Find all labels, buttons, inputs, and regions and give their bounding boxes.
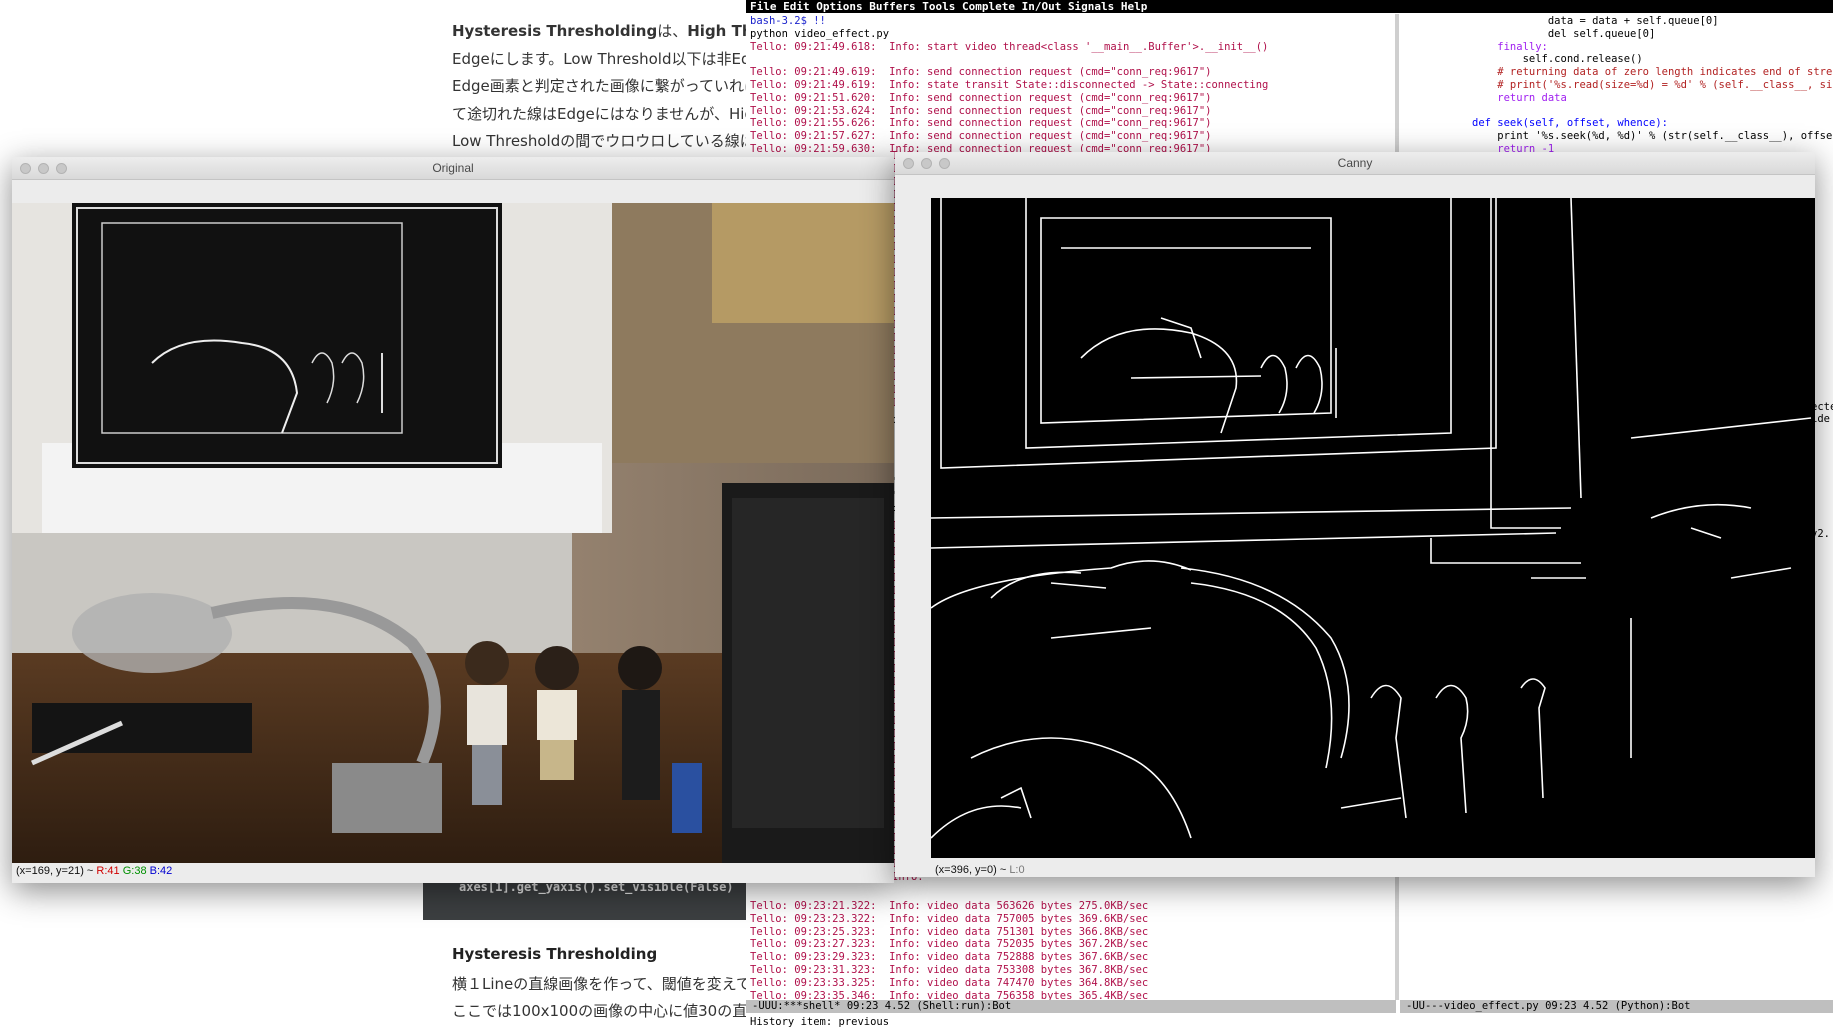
- source-line: print '%s.seek(%d, %d)' % (str(self.__cl…: [1472, 130, 1833, 143]
- toolbar-strip: [12, 180, 894, 203]
- modeline-source: -UU---video_effect.py 09:23 4.52 (Python…: [1400, 1000, 1833, 1013]
- shell-line: python video_effect.py: [750, 27, 890, 40]
- shell-line: Tello: 09:21:49.618: Info: start video t…: [750, 40, 1269, 53]
- bold-term: Hysteresis Thresholding: [452, 22, 658, 40]
- shell-line: Tello: 09:21:55.626: Info: send connecti…: [750, 117, 1212, 130]
- luma-value: L:0: [1009, 864, 1025, 876]
- green-value: G:38: [122, 865, 147, 877]
- paragraph-line: Low Thresholdの間でウロウロしている線は: [452, 132, 755, 150]
- window-titlebar[interactable]: Original: [12, 157, 894, 180]
- menu-item-edit[interactable]: Edit: [783, 0, 816, 13]
- source-line: # returning data of zero length indicate…: [1472, 66, 1833, 79]
- paragraph-line: Hysteresis Thresholdingは、High Thresh: [452, 20, 790, 41]
- shell-line: Tello: 09:23:23.322: Info: video data 75…: [750, 912, 1149, 925]
- window-titlebar[interactable]: Canny: [895, 152, 1815, 175]
- source-line: data = data + self.queue[0]: [1472, 15, 1719, 27]
- shell-line: Tello: 09:23:25.323: Info: video data 75…: [750, 925, 1149, 938]
- blue-value: B:42: [149, 865, 173, 877]
- original-window[interactable]: Original (x=169, y=21) ~ R:41 G:38 B:42: [12, 157, 894, 883]
- source-line: return data: [1472, 91, 1567, 104]
- paragraph-line: 横１Lineの直線画像を作って、閾値を変えて: [452, 975, 752, 993]
- window-title: Original: [432, 161, 474, 175]
- shell-line: Tello: 09:23:27.323: Info: video data 75…: [750, 938, 1149, 951]
- paragraph-line: Edge画素と判定された画像に繋がっていれは: [452, 77, 760, 95]
- shell-line: bash-3.2$ !!: [750, 15, 826, 27]
- paragraph-line: Edgeにします。Low Threshold以下は非Edge: [452, 50, 770, 68]
- source-line: del self.queue[0]: [1472, 27, 1656, 40]
- shell-line: Tello: 09:21:53.624: Info: send connecti…: [750, 104, 1212, 117]
- status-bar: (x=169, y=21) ~ R:41 G:38 B:42: [16, 865, 172, 877]
- menu-item-complete[interactable]: Complete: [962, 0, 1022, 13]
- menu-item-options[interactable]: Options: [816, 0, 869, 13]
- source-line: # print('%s.read(size=%d) = %d' % (self.…: [1472, 79, 1833, 91]
- paragraph-line: て途切れた線はEdgeにはなりませんが、Hig: [452, 105, 754, 123]
- source-line: self.cond.release(): [1472, 53, 1643, 66]
- emacs-menubar: File Edit Options Buffers Tools Complete…: [746, 0, 1833, 13]
- shell-line: Tello: 09:21:49.619: Info: send connecti…: [750, 66, 1212, 79]
- shell-line: Tello: 09:23:33.325: Info: video data 74…: [750, 976, 1149, 989]
- section-heading: Hysteresis Thresholding: [452, 945, 658, 963]
- canny-window[interactable]: Canny (x=396, y=0) ~ L:0: [895, 152, 1815, 877]
- source-line: finally:: [1472, 40, 1548, 53]
- window-title: Canny: [1337, 156, 1373, 170]
- shell-line: Tello: 09:23:29.323: Info: video data 75…: [750, 951, 1149, 964]
- menu-item-help[interactable]: Help: [1121, 0, 1148, 13]
- toolbar-strip: [895, 175, 1815, 198]
- menu-item-buffers[interactable]: Buffers: [869, 0, 922, 13]
- paragraph-line: ここでは100x100の画像の中心に値30の直線: [452, 1002, 763, 1020]
- text: は、: [657, 22, 688, 40]
- canny-edge-image: [931, 198, 1815, 858]
- pixel-coords: (x=169, y=21) ~: [16, 865, 94, 877]
- echo-area: History item: previous: [750, 1016, 890, 1028]
- shell-line: Tello: 09:23:21.322: Info: video data 56…: [750, 900, 1149, 912]
- menu-item-file[interactable]: File: [750, 0, 783, 13]
- source-line: def seek(self, offset, whence):: [1472, 117, 1668, 130]
- shell-line: Tello: 09:21:49.619: Info: state transit…: [750, 79, 1269, 91]
- menu-item-inout[interactable]: In/Out: [1022, 0, 1068, 13]
- pixel-coords: (x=396, y=0) ~: [935, 864, 1007, 876]
- shell-line: Tello: 09:21:57.627: Info: send connecti…: [750, 130, 1212, 143]
- camera-frame-image: [12, 203, 894, 863]
- menu-item-tools[interactable]: Tools: [922, 0, 962, 13]
- modeline-shell: -UUU:***shell* 09:23 4.52 (Shell:run):Bo…: [746, 1000, 1396, 1013]
- status-bar: (x=396, y=0) ~ L:0: [935, 864, 1025, 876]
- shell-line: Tello: 09:23:31.323: Info: video data 75…: [750, 964, 1149, 976]
- menu-item-signals[interactable]: Signals: [1068, 0, 1121, 13]
- shell-line: Tello: 09:23:35.346: Info: video data 75…: [750, 989, 1149, 1000]
- shell-line: Tello: 09:21:51.620: Info: send connecti…: [750, 91, 1212, 104]
- red-value: R:41: [96, 865, 120, 877]
